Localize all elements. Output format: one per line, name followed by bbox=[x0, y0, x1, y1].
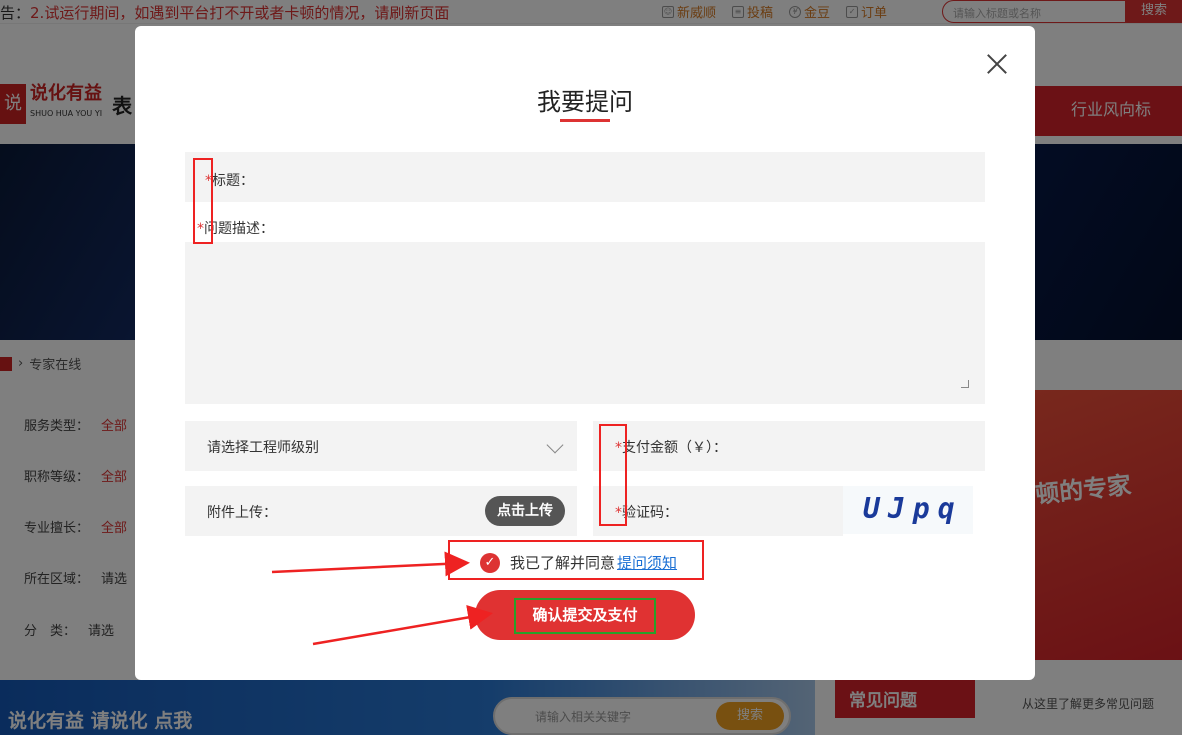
annotation-arrows bbox=[271, 551, 493, 646]
